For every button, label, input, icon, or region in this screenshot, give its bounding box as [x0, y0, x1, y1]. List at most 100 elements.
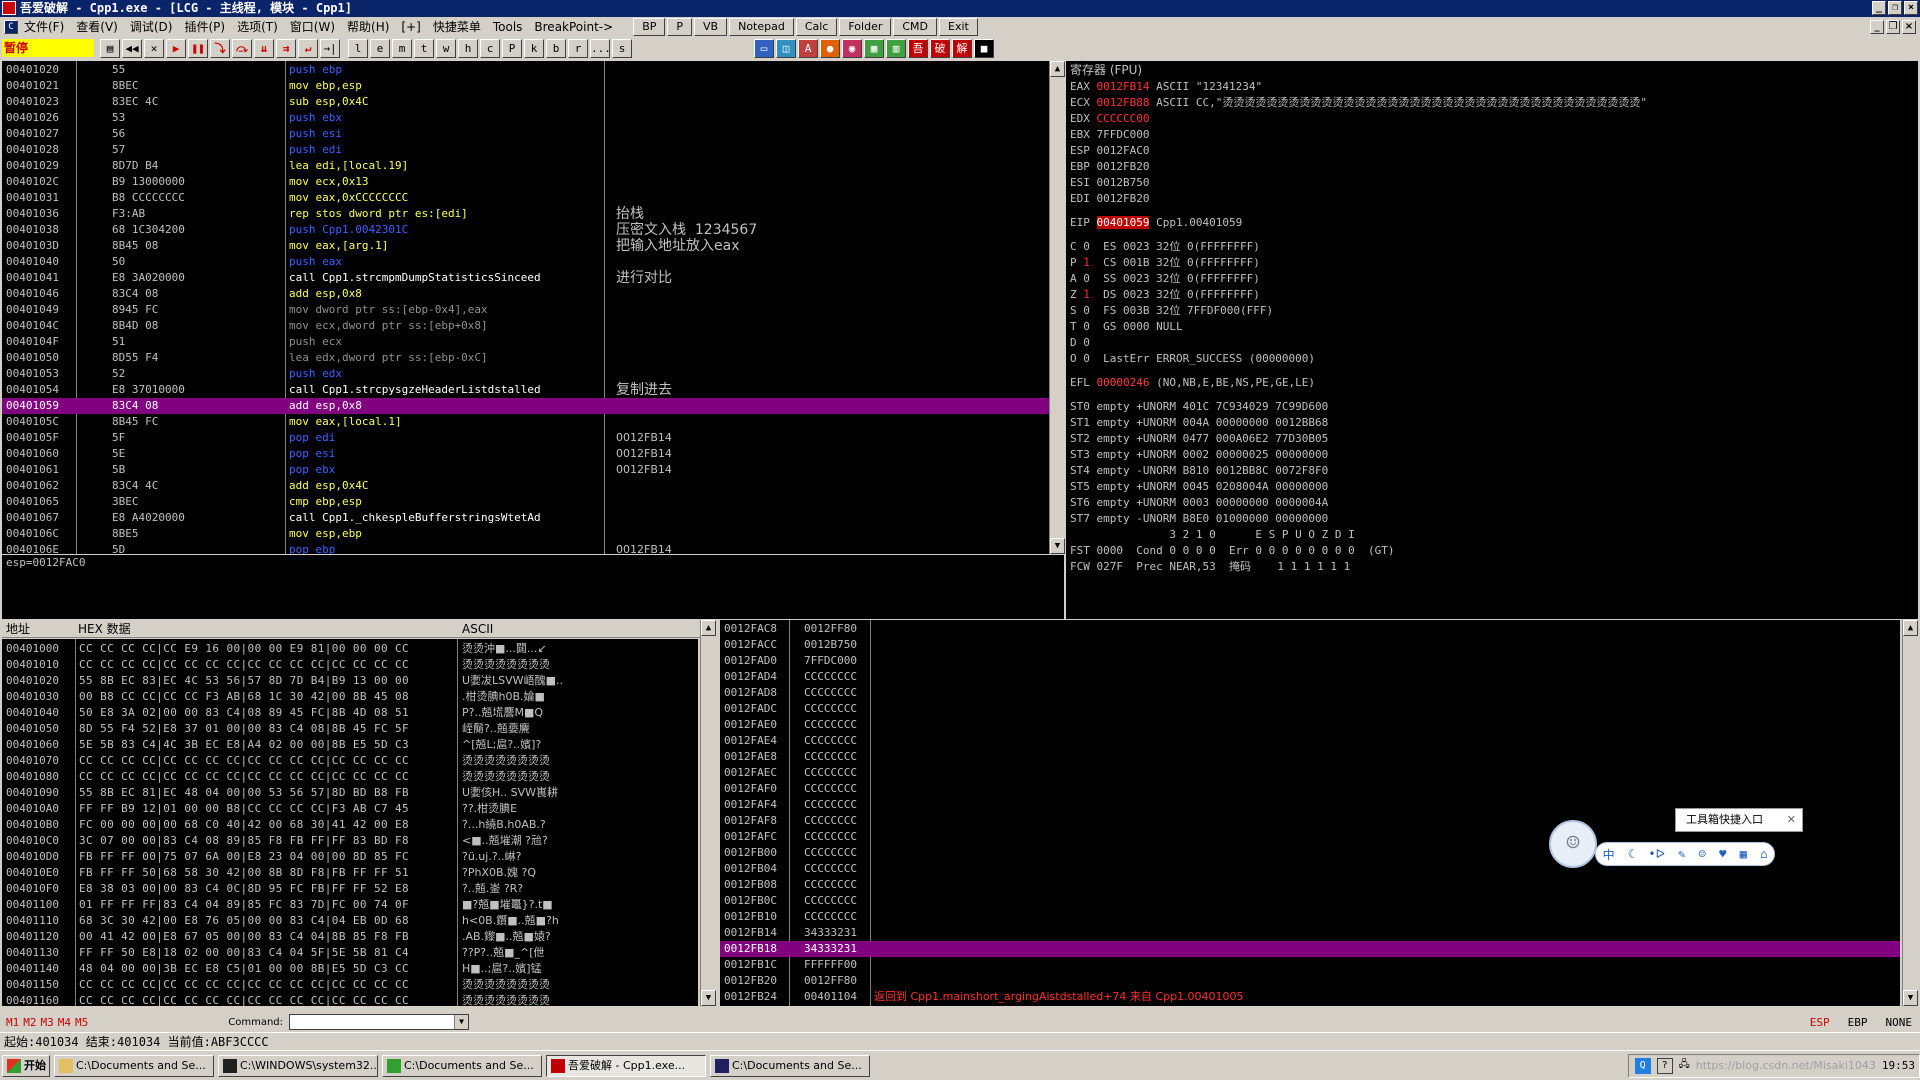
dump-row[interactable]: 00401030 00 B8 CC CC|CC CC F3 AB|68 1C 30…	[2, 689, 698, 705]
disasm-row[interactable]: 0040104C 8B4D 08 mov ecx,dword ptr ss:[ebp…	[2, 318, 1049, 334]
stack-row[interactable]: 0012FAE4 CCCCCCCC	[720, 733, 1900, 749]
fpu-row[interactable]: FST 0000 Cond 0 0 0 0 Err 0 0 0 0 0 0 0 …	[1070, 543, 1918, 559]
register-row[interactable]: EDI 0012FB20	[1070, 191, 1918, 207]
dump-col-address[interactable]: 地址	[6, 620, 30, 638]
assistant-avatar-icon[interactable]: ☺	[1549, 820, 1597, 868]
stack-row[interactable]: 0012FB20 0012FF80	[720, 973, 1900, 989]
dump-row[interactable]: 00401110 68 3C 30 42|00 E8 76 05|00 00 83…	[2, 913, 698, 929]
menu-item[interactable]: [+]	[395, 18, 426, 36]
stack-row[interactable]: 0012FACC 0012B750	[720, 637, 1900, 653]
window-shortcut-button[interactable]: c	[480, 38, 500, 58]
command-dropdown-icon[interactable]: ▼	[454, 1015, 469, 1029]
plugin-11-icon[interactable]: ■	[974, 38, 994, 58]
stack-mode-toggle[interactable]: EBP	[1848, 1016, 1868, 1029]
disasm-row[interactable]: 00401061 5B pop ebx 0012FB14	[2, 462, 1049, 478]
dump-row[interactable]: 00401100 01 FF FF FF|83 C4 04 89|85 FC 83…	[2, 897, 698, 913]
disasm-row[interactable]: 0040106C 8BE5 mov esp,ebp	[2, 526, 1049, 542]
toolbox-icon[interactable]: ⌂	[1760, 847, 1767, 861]
memory-tab[interactable]: M5	[75, 1016, 88, 1029]
window-shortcut-button[interactable]: r	[568, 38, 588, 58]
menu-item[interactable]: BreakPoint->	[528, 18, 619, 36]
dump-row[interactable]: 00401020 55 8B EC 83|EC 4C 53 56|57 8D 7D…	[2, 673, 698, 689]
fpu-row[interactable]: ST6 empty +UNORM 0003 00000000 0000004A	[1070, 495, 1918, 511]
stack-row[interactable]: 0012FAD8 CCCCCCCC	[720, 685, 1900, 701]
register-row[interactable]: EAX 0012FB14 ASCII "12341234"	[1070, 79, 1918, 95]
plugin-9-icon[interactable]: 破	[930, 38, 950, 58]
trace-over-icon[interactable]: ⇉	[276, 38, 296, 58]
plugin-4-icon[interactable]: ●	[820, 38, 840, 58]
toolbox-icon[interactable]: 中	[1603, 846, 1615, 863]
child-close-button[interactable]: ×	[1902, 19, 1916, 34]
quick-button[interactable]: Exit	[939, 17, 978, 36]
quick-button[interactable]: Notepad	[729, 17, 794, 36]
fpu-row[interactable]: ST7 empty -UNORM B8E0 01000000 00000000	[1070, 511, 1918, 527]
close-process-icon[interactable]: ✕	[144, 38, 164, 58]
memory-tab[interactable]: M1	[6, 1016, 19, 1029]
disasm-row[interactable]: 00401028 57 push edi	[2, 142, 1049, 158]
disasm-row[interactable]: 00401067 E8 A4020000 call Cpp1._chkespleBu…	[2, 510, 1049, 526]
disasm-row[interactable]: 00401026 53 push ebx	[2, 110, 1049, 126]
disasm-row[interactable]: 00401049 8945 FC mov dword ptr ss:[ebp-0x4…	[2, 302, 1049, 318]
dump-row[interactable]: 00401050 8D 55 F4 52|E8 37 01 00|00 83 C4…	[2, 721, 698, 737]
flag-row[interactable]: P 1 CS 001B 32位 0(FFFFFFFF)	[1070, 255, 1918, 271]
disasm-row[interactable]: 00401036 F3:AB rep stos dword ptr es:[edi]…	[2, 206, 1049, 222]
dump-row[interactable]: 00401000 CC CC CC CC|CC E9 16 00|00 00 E9…	[2, 641, 698, 657]
menu-item[interactable]: Tools	[487, 18, 529, 36]
disasm-row[interactable]: 00401062 83C4 4C add esp,0x4C	[2, 478, 1049, 494]
disasm-row[interactable]: 00401060 5E pop esi 0012FB14	[2, 446, 1049, 462]
fpu-row[interactable]: 3 2 1 0 E S P U O Z D I	[1070, 527, 1918, 543]
tray-help-icon[interactable]: ?	[1656, 1057, 1673, 1074]
fpu-row[interactable]: ST3 empty +UNORM 0002 00000025 00000000	[1070, 447, 1918, 463]
register-row[interactable]: ESI 0012B750	[1070, 175, 1918, 191]
stack-row[interactable]: 0012FB14 34333231	[720, 925, 1900, 941]
disasm-row[interactable]: 0040103D 8B45 08 mov eax,[arg.1] 把输入地址放入eax	[2, 238, 1049, 254]
menu-item[interactable]: 文件(F)	[18, 18, 70, 36]
stack-row[interactable]: 0012FAD4 CCCCCCCC	[720, 669, 1900, 685]
flag-row[interactable]: S 0 FS 003B 32位 7FFDF000(FFF)	[1070, 303, 1918, 319]
tooltip-close-icon[interactable]: ✕	[1787, 809, 1796, 831]
menu-item[interactable]: 快捷菜单	[427, 18, 487, 36]
disasm-row[interactable]: 0040104F 51 push ecx	[2, 334, 1049, 350]
start-button[interactable]: 开始	[2, 1054, 50, 1077]
disasm-row[interactable]: 00401029 8D7D B4 lea edi,[local.19]	[2, 158, 1049, 174]
stack-scrollbar[interactable]: ▲ ▼	[1902, 620, 1918, 1006]
quick-button[interactable]: BP	[633, 17, 666, 36]
window-shortcut-button[interactable]: m	[392, 38, 412, 58]
flag-row[interactable]: Z 1 DS 0023 32位 0(FFFFFFFF)	[1070, 287, 1918, 303]
toolbox-icon[interactable]: ☾	[1628, 847, 1635, 861]
command-input[interactable]: ▼	[289, 1014, 470, 1030]
flag-row[interactable]: A 0 SS 0023 32位 0(FFFFFFFF)	[1070, 271, 1918, 287]
window-shortcut-button[interactable]: t	[414, 38, 434, 58]
menu-item[interactable]: 插件(P)	[178, 18, 231, 36]
disasm-row[interactable]: 00401053 52 push edx	[2, 366, 1049, 382]
toolbox-icon[interactable]: •ᐅ	[1648, 847, 1664, 861]
eip-row[interactable]: EIP 00401059 Cpp1.00401059	[1070, 215, 1918, 231]
window-shortcut-button[interactable]: b	[546, 38, 566, 58]
stack-row[interactable]: 0012FAEC CCCCCCCC	[720, 765, 1900, 781]
window-shortcut-button[interactable]: h	[458, 38, 478, 58]
disassembly-pane[interactable]: 00401020 55 push ebp 00401021 8BEC mov ebp,es…	[2, 61, 1049, 554]
toolbox-icon[interactable]: ▦	[1740, 847, 1747, 861]
plugin-6-icon[interactable]: ▦	[864, 38, 884, 58]
child-restore-button[interactable]: ❐	[1886, 19, 1900, 34]
fpu-row[interactable]: FCW 027F Prec NEAR,53 掩码 1 1 1 1 1 1	[1070, 559, 1918, 575]
step-over-icon[interactable]: ⤼	[232, 38, 252, 58]
window-shortcut-button[interactable]: k	[524, 38, 544, 58]
rewind-icon[interactable]: ◀◀	[122, 38, 142, 58]
flag-row[interactable]: O 0 LastErr ERROR_SUCCESS (00000000)	[1070, 351, 1918, 367]
window-shortcut-button[interactable]: e	[370, 38, 390, 58]
flag-row[interactable]: C 0 ES 0023 32位 0(FFFFFFFF)	[1070, 239, 1918, 255]
taskbar-item[interactable]: C:\WINDOWS\system32...	[218, 1054, 378, 1077]
taskbar-item[interactable]: C:\Documents and Se...	[54, 1054, 214, 1077]
register-row[interactable]: ESP 0012FAC0	[1070, 143, 1918, 159]
quick-button[interactable]: Folder	[839, 17, 892, 36]
disasm-row[interactable]: 00401040 50 push eax	[2, 254, 1049, 270]
fpu-row[interactable]: ST5 empty +UNORM 0045 0208004A 00000000	[1070, 479, 1918, 495]
stack-row[interactable]: 0012FAD0 7FFDC000	[720, 653, 1900, 669]
register-row[interactable]: EDX CCCCCC00	[1070, 111, 1918, 127]
plugin-10-icon[interactable]: 解	[952, 38, 972, 58]
dump-row[interactable]: 004010F0 E8 38 03 00|00 83 C4 0C|8D 95 FC…	[2, 881, 698, 897]
goto-icon[interactable]: →|	[320, 38, 340, 58]
dump-row[interactable]: 00401130 FF FF 50 E8|18 02 00 00|83 C4 04…	[2, 945, 698, 961]
stack-row[interactable]: 0012FADC CCCCCCCC	[720, 701, 1900, 717]
